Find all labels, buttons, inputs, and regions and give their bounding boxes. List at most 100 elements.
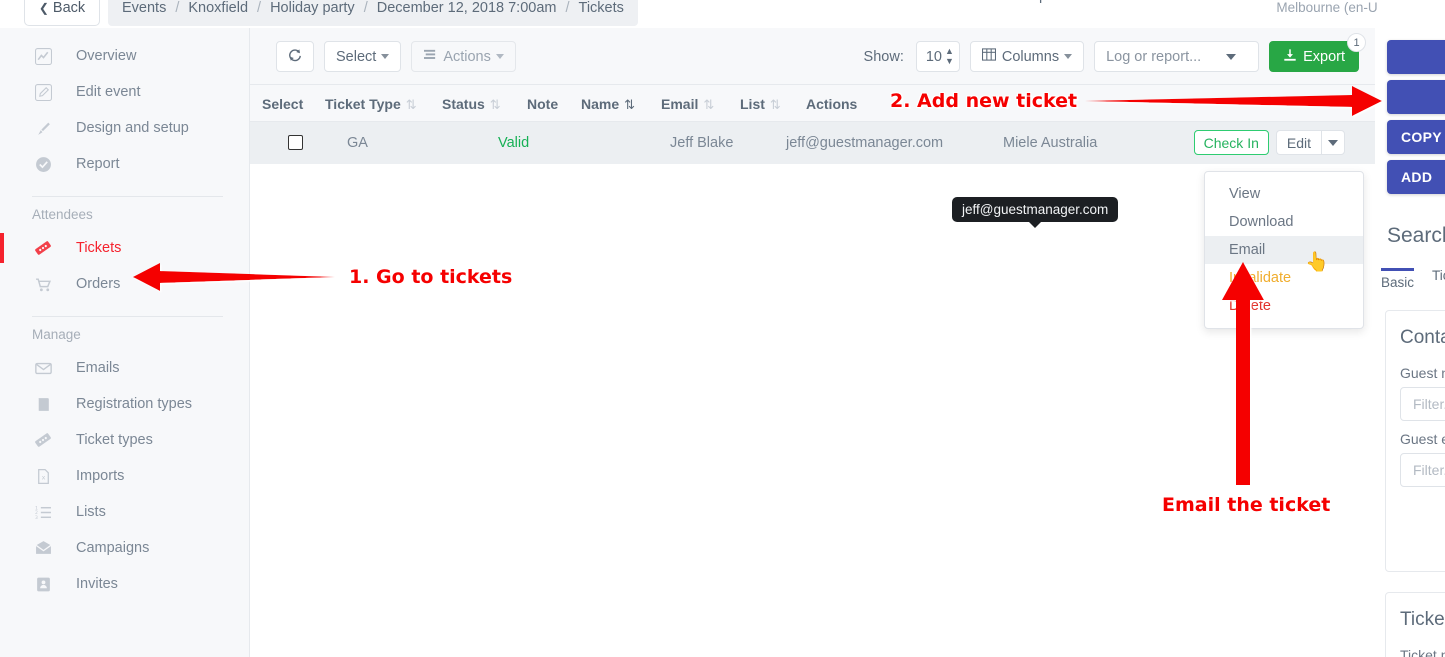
- column-header-select: Select: [262, 96, 304, 112]
- guest-email-filter-input[interactable]: Filter..: [1400, 453, 1445, 487]
- columns-dropdown-button[interactable]: Columns: [969, 41, 1085, 72]
- sidebar-item-label: Orders: [76, 276, 121, 292]
- actions-dropdown-button[interactable]: Actions: [411, 41, 516, 72]
- tab-ticket[interactable]: Tick: [1432, 268, 1445, 296]
- guest-name-filter-input[interactable]: Filter..: [1400, 387, 1445, 421]
- dropdown-item-invalidate[interactable]: Invalidate: [1205, 264, 1363, 292]
- tab-basic[interactable]: Basic: [1381, 268, 1415, 296]
- sidebar: Overview Edit event Design and setup Rep…: [0, 28, 250, 657]
- add-menu[interactable]: Add: [1086, 0, 1125, 4]
- top-right-menu: Help Add Theme: [1017, 0, 1209, 4]
- column-header-name[interactable]: Name ⇅: [581, 96, 635, 113]
- columns-label: Columns: [1001, 48, 1060, 65]
- chevron-left-icon: ❮: [38, 1, 49, 15]
- sidebar-divider: [32, 196, 223, 197]
- rail-button-1[interactable]: [1387, 40, 1445, 74]
- edit-button[interactable]: Edit: [1275, 130, 1321, 155]
- sidebar-item-lists[interactable]: 123 Lists: [0, 494, 249, 530]
- select-label: Select: [336, 48, 377, 65]
- sidebar-item-label: Lists: [76, 504, 106, 520]
- log-or-report-select[interactable]: Log or report...: [1094, 41, 1260, 72]
- column-header-email[interactable]: Email ⇅: [661, 96, 714, 113]
- file-excel-icon: x: [34, 467, 52, 485]
- cell-list: Miele Australia: [1003, 135, 1098, 151]
- dropdown-item-download[interactable]: Download: [1205, 208, 1363, 236]
- table-row: GA Valid Jeff Blake jeff@guestmanager.co…: [250, 122, 1375, 164]
- select-dropdown-button[interactable]: Select: [324, 41, 402, 72]
- sidebar-item-overview[interactable]: Overview: [0, 38, 249, 74]
- contact-filter-card: Contac Guest na Filter.. Guest er Filter…: [1385, 310, 1445, 572]
- sidebar-item-report[interactable]: Report: [0, 146, 249, 182]
- toolbar-right-group: Show: 10 ▲ ▼ Columns Log or report... Exp…: [863, 33, 1366, 72]
- theme-menu[interactable]: Theme: [1151, 0, 1209, 4]
- sidebar-item-invites[interactable]: Invites: [0, 566, 249, 602]
- column-header-actions: Actions: [806, 96, 858, 112]
- sidebar-item-label: Emails: [76, 360, 120, 376]
- table-header: Select Ticket Type ⇅ Status ⇅ Note Name ⇅ E…: [250, 84, 1375, 122]
- check-in-button[interactable]: Check In: [1193, 130, 1269, 155]
- rail-button-2[interactable]: [1387, 80, 1445, 114]
- dropdown-item-email[interactable]: Email: [1205, 236, 1363, 264]
- refresh-button[interactable]: [276, 41, 314, 72]
- column-header-list[interactable]: List ⇅: [740, 96, 781, 113]
- contact-card-icon: [34, 575, 52, 593]
- breadcrumb-item-knoxfield[interactable]: Knoxfield: [188, 0, 248, 16]
- breadcrumb-item-holiday-party[interactable]: Holiday party: [270, 0, 355, 16]
- guest-name-label: Guest na: [1400, 365, 1445, 381]
- add-button[interactable]: ADD: [1387, 160, 1445, 194]
- sidebar-item-label: Design and setup: [76, 120, 189, 136]
- chevron-down-icon: [1064, 54, 1073, 59]
- sidebar-item-emails[interactable]: Emails: [0, 350, 249, 386]
- dropdown-item-view[interactable]: View: [1205, 180, 1363, 208]
- cell-status: Valid: [498, 135, 530, 151]
- breadcrumb-item-events[interactable]: Events: [122, 0, 166, 16]
- sidebar-item-imports[interactable]: x Imports: [0, 458, 249, 494]
- export-button[interactable]: Export 1: [1269, 33, 1366, 72]
- sort-icon[interactable]: ⇅: [490, 97, 501, 112]
- breadcrumb-item-date[interactable]: December 12, 2018 7:00am: [377, 0, 557, 16]
- column-header-ticket-type[interactable]: Ticket Type ⇅: [325, 96, 417, 113]
- help-menu[interactable]: Help: [1017, 0, 1060, 4]
- breadcrumb-separator: /: [363, 0, 368, 16]
- sidebar-item-label: Invites: [76, 576, 118, 592]
- sidebar-divider: [32, 316, 223, 317]
- sidebar-item-ticket-types[interactable]: Ticket types: [0, 422, 249, 458]
- sidebar-item-edit-event[interactable]: Edit event: [0, 74, 249, 110]
- chevron-down-icon: [1226, 54, 1237, 60]
- sidebar-item-orders[interactable]: Orders: [0, 266, 249, 302]
- sidebar-item-design-and-setup[interactable]: Design and setup: [0, 110, 249, 146]
- back-button[interactable]: ❮ Back: [24, 0, 100, 26]
- breadcrumb: Events / Knoxfield / Holiday party / Dec…: [108, 0, 638, 26]
- sidebar-item-tickets[interactable]: Tickets: [0, 230, 249, 266]
- svg-text:x: x: [41, 473, 45, 481]
- row-select-checkbox[interactable]: [288, 135, 303, 150]
- cell-ticket-type: GA: [347, 135, 368, 151]
- breadcrumb-item-tickets[interactable]: Tickets: [579, 0, 624, 16]
- show-count-stepper[interactable]: 10 ▲ ▼: [915, 41, 960, 72]
- copy-button[interactable]: COPY: [1387, 120, 1445, 154]
- sort-icon[interactable]: ⇅: [406, 97, 417, 112]
- book-icon: [34, 395, 52, 413]
- chevron-down-icon: [381, 54, 390, 59]
- paintbrush-icon: [34, 119, 52, 137]
- row-actions-dropdown-menu: View Download Email Invalidate Delete: [1204, 171, 1364, 329]
- table-toolbar: Select Actions Show: 10 ▲ ▼ Columns Log …: [250, 28, 1375, 84]
- envelope-icon: [34, 359, 52, 377]
- chevron-down-icon: [1328, 139, 1338, 146]
- sort-icon[interactable]: ⇅: [624, 97, 635, 112]
- sort-icon[interactable]: ⇅: [770, 97, 781, 112]
- stepper-arrows-icon: ▲ ▼: [944, 46, 954, 66]
- back-button-label: Back: [52, 0, 86, 16]
- sidebar-item-campaigns[interactable]: Campaigns: [0, 530, 249, 566]
- column-header-status[interactable]: Status ⇅: [442, 96, 501, 113]
- edit-dropdown-toggle[interactable]: [1321, 130, 1345, 155]
- right-panel: COPY ADD Search Basic Tick Contac Guest …: [1375, 28, 1445, 657]
- sidebar-item-registration-types[interactable]: Registration types: [0, 386, 249, 422]
- actions-icon: [423, 49, 437, 65]
- row-action-buttons: Check In Edit: [1193, 130, 1345, 155]
- dropdown-item-delete[interactable]: Delete: [1205, 292, 1363, 320]
- sort-icon[interactable]: ⇅: [703, 97, 714, 112]
- ticket-name-label: Ticket na: [1400, 647, 1445, 657]
- actions-label: Actions: [443, 48, 491, 65]
- show-label: Show:: [863, 48, 904, 65]
